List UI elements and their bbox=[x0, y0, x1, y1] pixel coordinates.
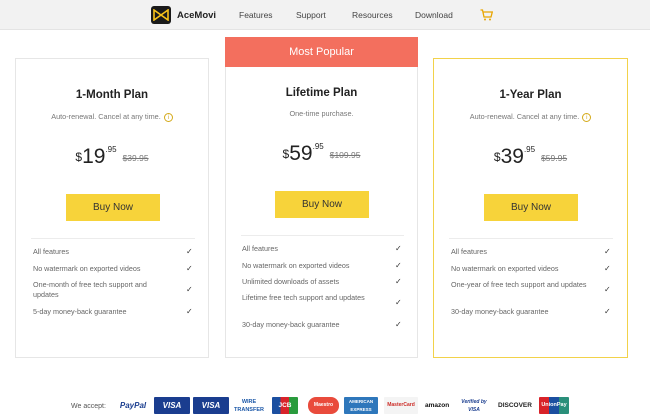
check-icon: ✓ bbox=[395, 244, 402, 253]
divider bbox=[31, 238, 195, 239]
feature-item: All features bbox=[242, 244, 278, 253]
old-price: $109.95 bbox=[329, 150, 361, 160]
info-icon[interactable]: i bbox=[163, 112, 173, 122]
feature-item: All features bbox=[451, 247, 487, 256]
wire-transfer-icon: WIRE TRANSFER bbox=[234, 399, 264, 413]
plan-card-lifetime: Lifetime Plan One-time purchase. $59.95$… bbox=[225, 67, 418, 358]
acemovi-logo-icon bbox=[151, 6, 171, 24]
feature-item: 30-day money-back guarantee bbox=[242, 320, 340, 329]
plan-price: $19.95$39.95 bbox=[75, 145, 149, 168]
divider bbox=[449, 238, 613, 239]
check-icon: ✓ bbox=[395, 277, 402, 286]
check-icon: ✓ bbox=[395, 261, 402, 270]
discover-icon: DISCOVER bbox=[498, 402, 532, 409]
verified-by-visa-icon: Verified by VISA bbox=[461, 399, 487, 413]
plan-title: Lifetime Plan bbox=[285, 87, 358, 99]
check-icon: ✓ bbox=[186, 264, 193, 273]
mastercard-icon: MasterCard bbox=[384, 397, 418, 414]
plan-subtitle: Auto-renewal. Cancel at any time. i bbox=[434, 112, 627, 122]
feature-item: No watermark on exported videos bbox=[242, 261, 350, 270]
brand-logo[interactable]: AceMovi bbox=[151, 6, 216, 24]
nav-support[interactable]: Support bbox=[296, 10, 326, 20]
plan-title: 1-Month Plan bbox=[75, 89, 149, 101]
divider bbox=[241, 235, 404, 236]
check-icon: ✓ bbox=[604, 247, 611, 256]
buy-now-button[interactable]: Buy Now bbox=[275, 191, 369, 218]
brand-name: AceMovi bbox=[177, 9, 217, 21]
check-icon: ✓ bbox=[604, 285, 611, 294]
check-icon: ✓ bbox=[186, 307, 193, 316]
plan-subtitle: One-time purchase. bbox=[289, 109, 354, 118]
american-express-icon: AMERICAN EXPRESS bbox=[344, 397, 378, 414]
feature-item: Lifetime free tech support and updates bbox=[242, 293, 365, 302]
plan-price: $59.95$109.95 bbox=[282, 142, 361, 165]
check-icon: ✓ bbox=[604, 307, 611, 316]
we-accept-label: We accept: bbox=[71, 403, 106, 410]
visa-icon: VISA bbox=[154, 397, 190, 414]
check-icon: ✓ bbox=[186, 247, 193, 256]
plan-subtitle: Auto-renewal. Cancel at any time. i bbox=[16, 112, 208, 122]
nav-resources[interactable]: Resources bbox=[352, 10, 393, 20]
nav-features[interactable]: Features bbox=[239, 10, 273, 20]
feature-item: One-month of free tech support and updat… bbox=[33, 280, 147, 299]
maestro-icon: Maestro bbox=[308, 397, 339, 414]
paypal-icon: PayPal bbox=[119, 401, 147, 410]
top-nav: AceMovi Features Support Resources Downl… bbox=[0, 0, 650, 30]
nav-download[interactable]: Download bbox=[415, 10, 453, 20]
feature-item: All features bbox=[33, 247, 69, 256]
visa-electron-icon: VISA bbox=[193, 397, 229, 414]
feature-item: No watermark on exported videos bbox=[33, 264, 141, 273]
buy-now-button[interactable]: Buy Now bbox=[66, 194, 160, 221]
feature-item: No watermark on exported videos bbox=[451, 264, 559, 273]
old-price: $59.95 bbox=[541, 153, 568, 163]
jcb-icon: JCB bbox=[272, 397, 298, 414]
check-icon: ✓ bbox=[395, 320, 402, 329]
plan-price: $39.95$59.95 bbox=[493, 145, 568, 168]
feature-item: One-year of free tech support and update… bbox=[451, 280, 587, 289]
check-icon: ✓ bbox=[395, 298, 402, 307]
feature-item: 30-day money-back guarantee bbox=[451, 307, 549, 316]
check-icon: ✓ bbox=[186, 285, 193, 294]
amazon-icon: amazon bbox=[425, 402, 450, 409]
feature-item: 5-day money-back guarantee bbox=[33, 307, 127, 316]
plan-card-1-month: 1-Month Plan Auto-renewal. Cancel at any… bbox=[15, 58, 209, 358]
check-icon: ✓ bbox=[604, 264, 611, 273]
feature-item: Unlimited downloads of assets bbox=[242, 277, 340, 286]
plan-title: 1-Year Plan bbox=[499, 89, 562, 101]
unionpay-icon: UnionPay bbox=[539, 397, 569, 414]
cart-icon[interactable] bbox=[480, 8, 494, 26]
plan-card-1-year: 1-Year Plan Auto-renewal. Cancel at any … bbox=[433, 58, 628, 358]
buy-now-button[interactable]: Buy Now bbox=[484, 194, 578, 221]
info-icon[interactable]: i bbox=[582, 112, 592, 122]
old-price: $39.95 bbox=[122, 153, 149, 163]
most-popular-banner: Most Popular bbox=[225, 37, 418, 67]
